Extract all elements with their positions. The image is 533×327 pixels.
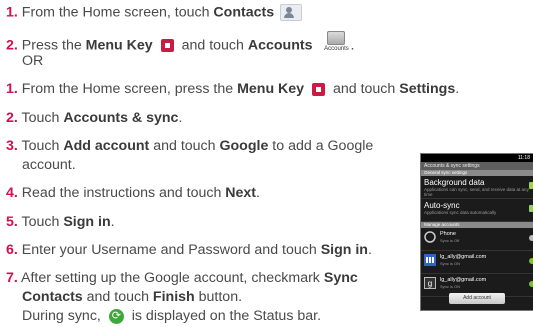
- step-b7: 7. After setting up the Google account, …: [6, 270, 358, 287]
- step-text: and touch: [177, 37, 248, 54]
- step-number: 5.: [6, 214, 18, 230]
- bold-term: Menu Key: [85, 37, 153, 54]
- setting-subtitle: Applications sync data automatically: [424, 210, 497, 215]
- checkbox-icon[interactable]: [529, 182, 533, 189]
- step-text: button.: [194, 289, 243, 305]
- sync-status-icon: [529, 281, 533, 287]
- step-number: 1.: [6, 81, 18, 97]
- step-b4: 4. Read the instructions and touch Next.: [6, 185, 260, 202]
- bold-term: Menu Key: [237, 81, 305, 97]
- bold-term: Google: [219, 138, 269, 154]
- account-status: Sync is Off: [440, 238, 460, 243]
- step-b3: 3. Touch Add account and touch Google to…: [6, 138, 373, 155]
- step-text: After setting up the Google account, che…: [21, 270, 324, 286]
- phone-auto-sync-row[interactable]: Auto-sync Applications sync data automat…: [421, 199, 533, 222]
- step-text: .: [178, 110, 183, 126]
- account-name: lg_ally@gmail.com: [440, 254, 487, 260]
- step-text: Touch: [21, 110, 64, 126]
- bold-term: Settings: [399, 81, 456, 97]
- menu-key-icon: [160, 39, 174, 52]
- phone-account-row[interactable]: lg_ally@gmail.com Sync is ON: [421, 251, 533, 274]
- account-grid-icon: [424, 254, 436, 266]
- step-b7-line3: During sync, ⟳ is displayed on the Statu…: [22, 308, 321, 325]
- step-text: During sync,: [22, 308, 105, 324]
- step-b3-continuation: account.: [22, 157, 76, 173]
- step-a2: 2. Press the Menu Key and touch Accounts…: [6, 31, 355, 58]
- step-text: .: [455, 81, 460, 97]
- phone-screenshot: 11:18 Accounts & sync settings General s…: [420, 153, 533, 311]
- step-text: and touch: [149, 138, 220, 154]
- bold-term: Accounts & sync: [63, 110, 179, 126]
- bold-term: Sign in: [320, 242, 368, 258]
- or-separator: OR: [22, 53, 44, 69]
- svg-text:g: g: [428, 279, 432, 288]
- step-text: Press the: [21, 37, 86, 54]
- sync-status-icon: [529, 235, 533, 241]
- google-account-icon: g: [424, 277, 436, 289]
- step-number: 1.: [6, 4, 18, 21]
- step-text: is displayed on the Status bar.: [127, 308, 322, 324]
- step-a1: 1. From the Home screen, touch Contacts: [6, 4, 303, 21]
- accounts-icon: Accounts: [322, 31, 350, 56]
- step-number: 2.: [6, 110, 18, 126]
- sync-icon: ⟳: [108, 308, 124, 324]
- step-text: Enter your Username and Password and tou…: [21, 242, 321, 258]
- bold-term: Contacts: [213, 4, 275, 21]
- contacts-icon: [280, 4, 303, 21]
- step-text: Touch: [21, 214, 64, 230]
- phone-status-bar: 11:18: [421, 154, 533, 162]
- step-text: .: [110, 214, 115, 230]
- account-name: Phone: [440, 231, 456, 237]
- step-text: From the Home screen, press the: [21, 81, 238, 97]
- account-status: Sync is ON: [440, 261, 461, 266]
- step-text: .: [367, 242, 372, 258]
- step-b2: 2. Touch Accounts & sync.: [6, 110, 182, 127]
- step-text: From the Home screen, touch: [21, 4, 214, 21]
- step-number: 4.: [6, 185, 18, 201]
- step-text: to add a Google: [268, 138, 374, 154]
- bold-term: Sign in: [63, 214, 111, 230]
- checkbox-icon[interactable]: [529, 205, 533, 212]
- step-number: 2.: [6, 37, 18, 54]
- setting-title: Auto-sync: [424, 201, 460, 210]
- step-text: Touch: [21, 138, 64, 154]
- step-text: Read the instructions and touch: [21, 185, 226, 201]
- phone-screen-title: Accounts & sync settings: [421, 162, 533, 170]
- bold-term: Finish: [152, 289, 195, 305]
- bold-term: Add account: [63, 138, 150, 154]
- step-text: .: [350, 37, 355, 54]
- bold-term: Next: [225, 185, 257, 201]
- menu-key-icon: [312, 82, 326, 96]
- setting-title: Background data: [424, 178, 485, 187]
- step-text: and touch: [82, 289, 153, 305]
- sync-status-icon: [529, 258, 533, 264]
- bold-term: Accounts: [247, 37, 313, 54]
- phone-account-row[interactable]: Phone Sync is Off: [421, 228, 533, 251]
- bold-term: Sync: [323, 270, 358, 286]
- phone-status-time: 11:18: [517, 155, 530, 161]
- step-text: and touch: [329, 81, 400, 97]
- account-name: lg_ally@gmail.com: [440, 277, 487, 283]
- setting-subtitle: Applications can sync, send, and receive…: [424, 187, 529, 197]
- phone-background-data-row[interactable]: Background data Applications can sync, s…: [421, 176, 533, 199]
- bold-term: Contacts: [22, 289, 83, 305]
- add-account-button[interactable]: Add account: [449, 293, 505, 304]
- step-number: 6.: [6, 242, 18, 258]
- step-b5: 5. Touch Sign in.: [6, 214, 115, 231]
- step-b7-line2: Contacts and touch Finish button.: [22, 289, 242, 306]
- account-status: Sync is ON: [440, 284, 461, 289]
- step-number: 3.: [6, 138, 18, 154]
- step-b6: 6. Enter your Username and Password and …: [6, 242, 372, 259]
- phone-account-icon: [424, 231, 436, 243]
- step-number: 7.: [6, 270, 18, 286]
- step-text: .: [256, 185, 260, 201]
- step-b1: 1. From the Home screen, press the Menu …: [6, 81, 459, 98]
- accounts-icon-caption: Accounts: [324, 46, 349, 52]
